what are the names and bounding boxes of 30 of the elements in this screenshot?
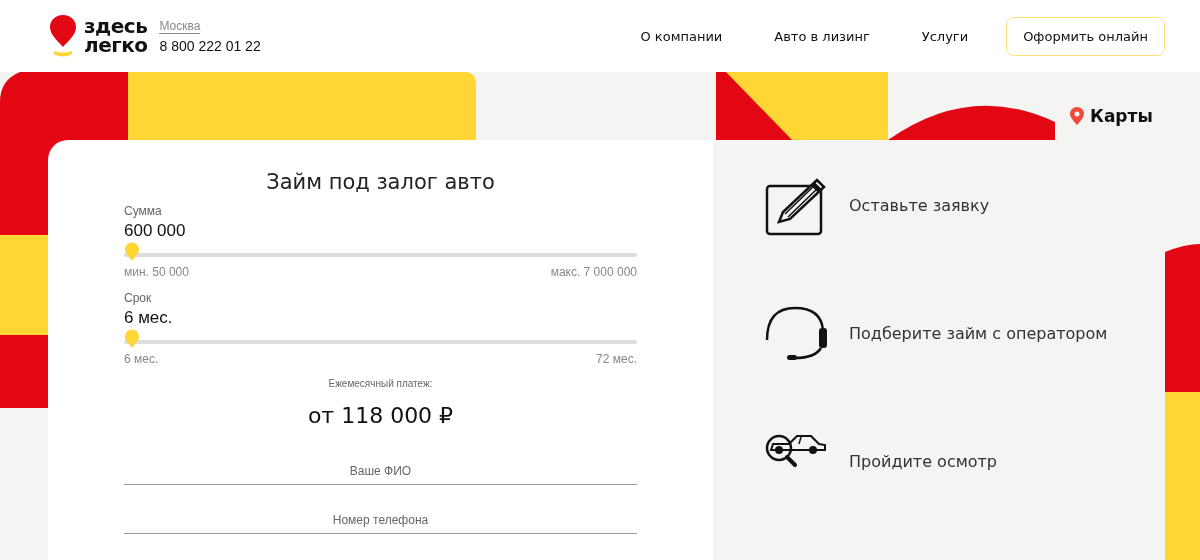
phone-number: 8 800 222 01 22 [159, 37, 261, 54]
apply-online-button[interactable]: Оформить онлайн [1006, 16, 1165, 56]
step-text: Пройдите осмотр [849, 452, 997, 471]
maps-link[interactable]: Карты [1070, 106, 1153, 126]
range-max: макс. 7 000 000 [550, 265, 637, 279]
slider-value: 600 000 [124, 221, 187, 241]
logo-pin-icon [48, 13, 78, 59]
slider-label: Срок [124, 291, 153, 305]
payment-amount: от 118 000 ₽ [307, 403, 454, 428]
step-text: Оставьте заявку [849, 196, 990, 215]
payment-label: Ежемесячный платеж: [328, 378, 433, 389]
pencil-note-icon [765, 176, 827, 236]
calculator-title: Займ под залог авто [265, 170, 496, 194]
nav-link[interactable]: Услуги [921, 28, 969, 44]
input-field[interactable]: Номер телефона [124, 507, 637, 534]
map-pin-icon [1070, 107, 1084, 125]
slider-thumb[interactable] [124, 328, 140, 348]
input-field[interactable]: Ваше ФИО [124, 458, 637, 485]
logo-wordmark[interactable]: здесь легко [84, 17, 148, 55]
slider-thumb[interactable] [124, 241, 140, 261]
range-min: 6 мес. [124, 352, 159, 366]
headset-icon [765, 304, 827, 362]
city-link[interactable]: Москва [159, 18, 201, 34]
range-max: 72 мес. [596, 352, 637, 366]
range-min: мин. 50 000 [124, 265, 189, 279]
slider-value: 6 мес. [124, 308, 174, 328]
nav-link[interactable]: О компании [640, 28, 723, 44]
nav-link[interactable]: Авто в лизинг [774, 28, 870, 44]
slider-label: Сумма [124, 204, 163, 218]
step-text: Подберите займ с оператором [849, 324, 1108, 343]
